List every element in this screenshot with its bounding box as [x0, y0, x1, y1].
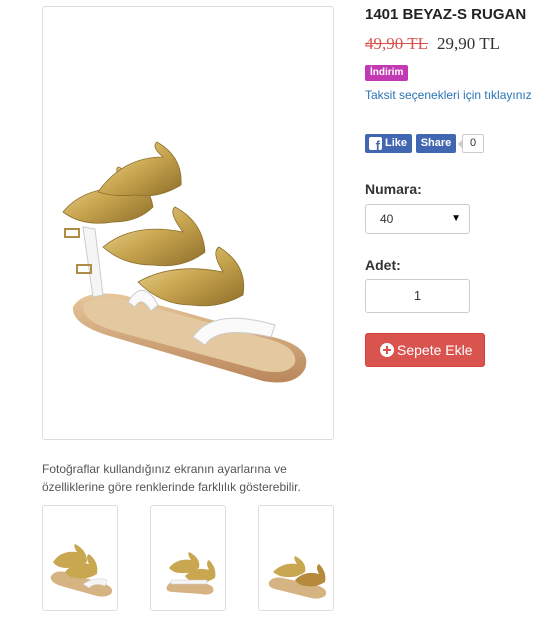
photo-disclaimer: Fotoğraflar kullandığınız ekranın ayarla…	[42, 462, 301, 494]
facebook-share-button[interactable]: Share	[416, 134, 456, 153]
facebook-like-button[interactable]: f Like	[365, 134, 412, 153]
quantity-input[interactable]: 1	[365, 279, 470, 313]
main-product-image[interactable]	[42, 6, 334, 440]
share-label: Share	[420, 137, 452, 149]
thumbnail-1[interactable]	[42, 505, 118, 611]
size-value: 40	[380, 212, 394, 226]
thumbnail-sandal-back	[268, 556, 327, 599]
add-to-cart-button[interactable]: Sepete Ekle	[365, 333, 485, 367]
quantity-label: Adet:	[365, 257, 401, 273]
discount-badge: İndirim	[365, 65, 409, 81]
like-label: Like	[385, 137, 408, 149]
old-price: 49,90 TL	[365, 34, 428, 53]
sandal-illustration	[62, 141, 307, 383]
installment-link[interactable]: Taksit seçenekleri için tıklayınız	[365, 88, 532, 102]
thumbnail-3[interactable]	[258, 505, 334, 611]
current-price: 29,90 TL	[437, 34, 500, 53]
facebook-icon: f	[369, 137, 382, 152]
share-count: 0	[458, 134, 484, 153]
thumbnail-sandal-side	[50, 544, 113, 597]
chevron-down-icon: ▼	[451, 213, 461, 224]
size-label: Numara:	[365, 181, 422, 197]
size-select[interactable]: 40 ▼	[365, 204, 470, 234]
plus-circle-icon	[380, 343, 394, 357]
product-title: 1401 BEYAZ-S RUGAN	[365, 6, 527, 23]
add-to-cart-label: Sepete Ekle	[397, 342, 473, 358]
thumbnail-sandal-front	[166, 552, 216, 595]
thumbnail-2[interactable]	[150, 505, 226, 611]
